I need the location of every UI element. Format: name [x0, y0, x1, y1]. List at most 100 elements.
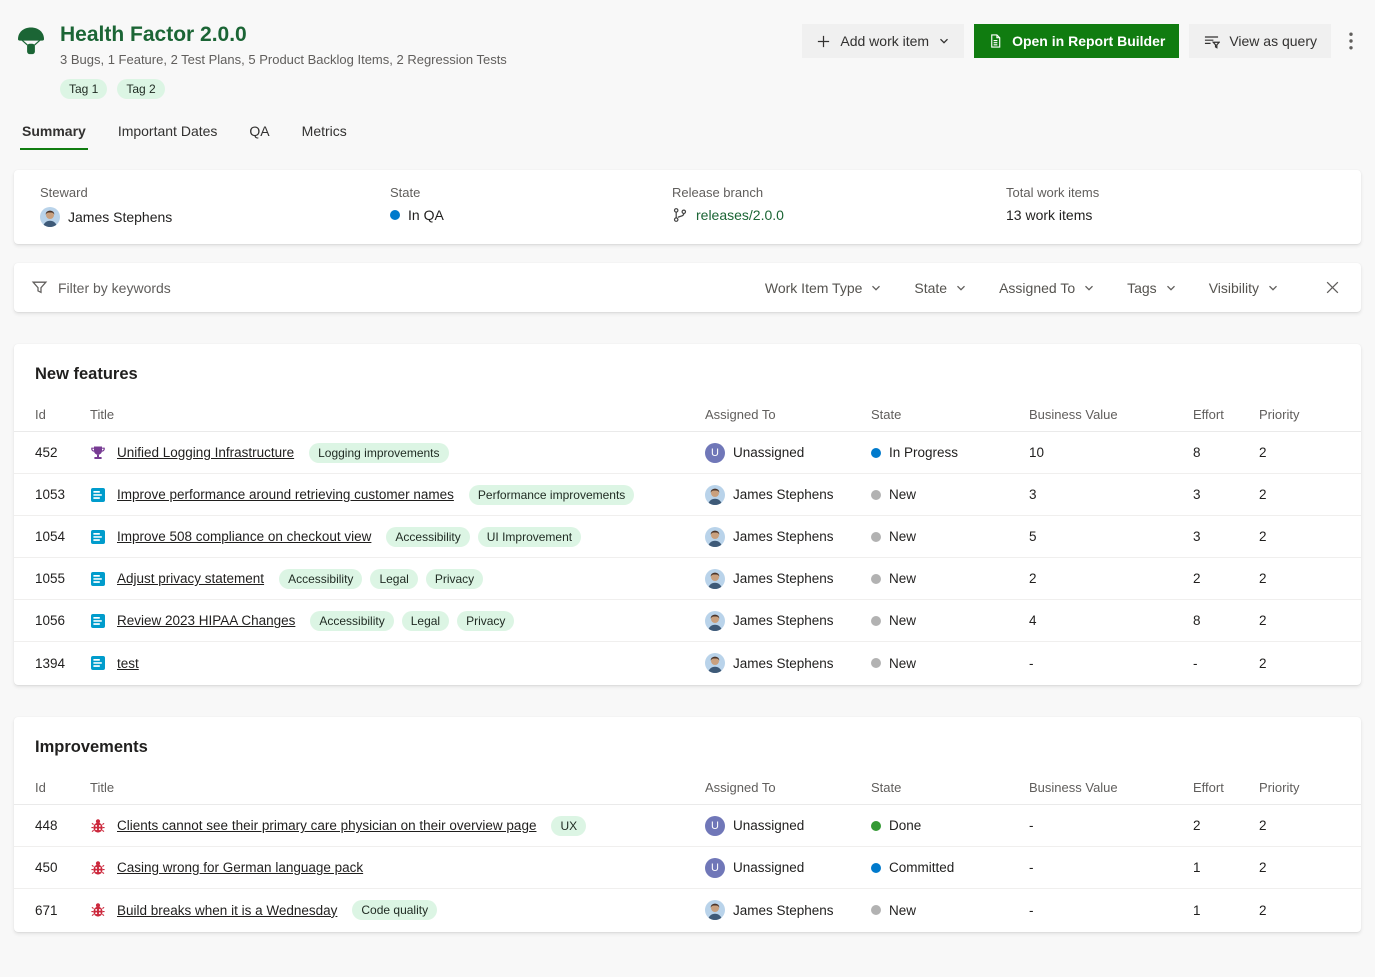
- total-work-items-value: 13 work items: [1006, 207, 1092, 223]
- filter-visibility[interactable]: Visibility: [1209, 280, 1279, 296]
- assignee-name: Unassigned: [733, 818, 804, 833]
- close-icon: [1325, 280, 1340, 295]
- avatar: [705, 653, 725, 673]
- view-as-query-button[interactable]: View as query: [1189, 24, 1331, 58]
- work-item-title-link[interactable]: Review 2023 HIPAA Changes: [117, 613, 295, 628]
- work-item-id: 448: [35, 818, 90, 833]
- unassigned-avatar: U: [705, 858, 725, 878]
- table-row: 450Casing wrong for German language pack…: [14, 847, 1361, 889]
- state-dot: [390, 210, 400, 220]
- work-item-title-link[interactable]: Unified Logging Infrastructure: [117, 445, 294, 460]
- work-item-title-link[interactable]: Adjust privacy statement: [117, 571, 264, 586]
- state-label: State: [390, 185, 672, 200]
- page-title: Health Factor 2.0.0: [60, 22, 507, 47]
- tag-pill: Privacy: [457, 611, 514, 631]
- work-item-title-link[interactable]: Improve performance around retrieving cu…: [117, 487, 454, 502]
- work-item-tags: AccessibilityLegalPrivacy: [279, 569, 483, 589]
- total-work-items-label: Total work items: [1006, 185, 1335, 200]
- effort-cell: 1: [1193, 860, 1259, 875]
- state-cell: New: [871, 613, 1029, 628]
- work-item-title-cell: test: [90, 655, 705, 671]
- section-improvements: Improvements Id Title Assigned To State …: [14, 717, 1361, 932]
- state-name: New: [889, 656, 916, 671]
- assignee-name: James Stephens: [733, 529, 834, 544]
- effort-cell: 2: [1193, 818, 1259, 833]
- column-state: State: [871, 780, 1029, 795]
- open-report-builder-label: Open in Report Builder: [1012, 33, 1165, 49]
- section-title: New features: [14, 344, 1361, 398]
- work-item-title-link[interactable]: Casing wrong for German language pack: [117, 860, 363, 875]
- chevron-down-icon: [955, 282, 967, 294]
- view-as-query-label: View as query: [1229, 33, 1317, 49]
- avatar: [705, 485, 725, 505]
- add-work-item-button[interactable]: Add work item: [802, 24, 964, 58]
- tag-pill: Accessibility: [386, 527, 469, 547]
- assigned-to-cell: U Unassigned: [705, 858, 871, 878]
- tab-important-dates[interactable]: Important Dates: [116, 119, 220, 150]
- state-dot: [871, 863, 881, 873]
- table-row: 1054Improve 508 compliance on checkout v…: [14, 516, 1361, 558]
- column-id: Id: [35, 407, 90, 422]
- filter-assigned-to[interactable]: Assigned To: [999, 280, 1095, 296]
- assignee-name: Unassigned: [733, 860, 804, 875]
- release-branch-link[interactable]: releases/2.0.0: [696, 207, 784, 223]
- product-backlog-item-icon: [90, 487, 106, 503]
- tag-pill: Legal: [402, 611, 449, 631]
- column-priority: Priority: [1259, 407, 1340, 422]
- release-branch-label: Release branch: [672, 185, 1006, 200]
- assignee-name: James Stephens: [733, 656, 834, 671]
- business-value-cell: 2: [1029, 571, 1193, 586]
- open-report-builder-button[interactable]: Open in Report Builder: [974, 24, 1179, 58]
- state-name: New: [889, 571, 916, 586]
- avatar: [705, 569, 725, 589]
- effort-cell: 8: [1193, 445, 1259, 460]
- work-item-title-link[interactable]: Clients cannot see their primary care ph…: [117, 818, 536, 833]
- more-options-button[interactable]: [1341, 26, 1361, 56]
- work-item-title-cell: Casing wrong for German language pack: [90, 860, 705, 876]
- priority-cell: 2: [1259, 613, 1340, 628]
- state-dot: [871, 658, 881, 668]
- filter-bar: Work Item Type State Assigned To Tags Vi…: [14, 263, 1361, 312]
- business-value-cell: -: [1029, 818, 1193, 833]
- effort-cell: 1: [1193, 903, 1259, 918]
- assigned-to-cell: James Stephens: [705, 653, 871, 673]
- business-value-cell: 10: [1029, 445, 1193, 460]
- work-item-title-link[interactable]: test: [117, 656, 139, 671]
- business-value-cell: 4: [1029, 613, 1193, 628]
- state-name: In Progress: [889, 445, 958, 460]
- table-row: 1055Adjust privacy statementAccessibilit…: [14, 558, 1361, 600]
- filter-keywords-input[interactable]: [58, 280, 765, 296]
- column-business-value: Business Value: [1029, 780, 1193, 795]
- tag-pill: Logging improvements: [309, 443, 448, 463]
- state-name: Committed: [889, 860, 954, 875]
- filter-work-item-type[interactable]: Work Item Type: [765, 280, 883, 296]
- filter-dropdowns: Work Item Type State Assigned To Tags Vi…: [765, 280, 1279, 296]
- avatar: [705, 527, 725, 547]
- filter-state[interactable]: State: [914, 280, 967, 296]
- priority-cell: 2: [1259, 818, 1340, 833]
- work-item-title-cell: Build breaks when it is a WednesdayCode …: [90, 900, 705, 920]
- tab-metrics[interactable]: Metrics: [300, 119, 349, 150]
- table-row: 1394testJames StephensNew--2: [14, 642, 1361, 684]
- tag-pill: Accessibility: [279, 569, 362, 589]
- tag-pill: Legal: [370, 569, 417, 589]
- column-title: Title: [90, 407, 705, 422]
- work-item-id: 671: [35, 903, 90, 918]
- tag-pill: Performance improvements: [469, 485, 634, 505]
- state-dot: [871, 574, 881, 584]
- work-item-tags: Logging improvements: [309, 443, 448, 463]
- product-backlog-item-icon: [90, 571, 106, 587]
- tab-bar: Summary Important Dates QA Metrics: [20, 119, 1375, 150]
- work-item-title-cell: Unified Logging Infrastructure Logging im…: [90, 443, 705, 463]
- tab-qa[interactable]: QA: [247, 119, 271, 150]
- tab-summary[interactable]: Summary: [20, 119, 88, 150]
- clear-filter-button[interactable]: [1321, 276, 1344, 299]
- release-info-bar: Steward James Stephens State In QA Relea…: [14, 170, 1361, 244]
- section-title: Improvements: [14, 717, 1361, 771]
- work-item-title-link[interactable]: Improve 508 compliance on checkout view: [117, 529, 371, 544]
- work-item-title-link[interactable]: Build breaks when it is a Wednesday: [117, 903, 337, 918]
- tag-pill: UI Improvement: [478, 527, 581, 547]
- chevron-down-icon: [938, 35, 950, 47]
- priority-cell: 2: [1259, 445, 1340, 460]
- filter-tags[interactable]: Tags: [1127, 280, 1177, 296]
